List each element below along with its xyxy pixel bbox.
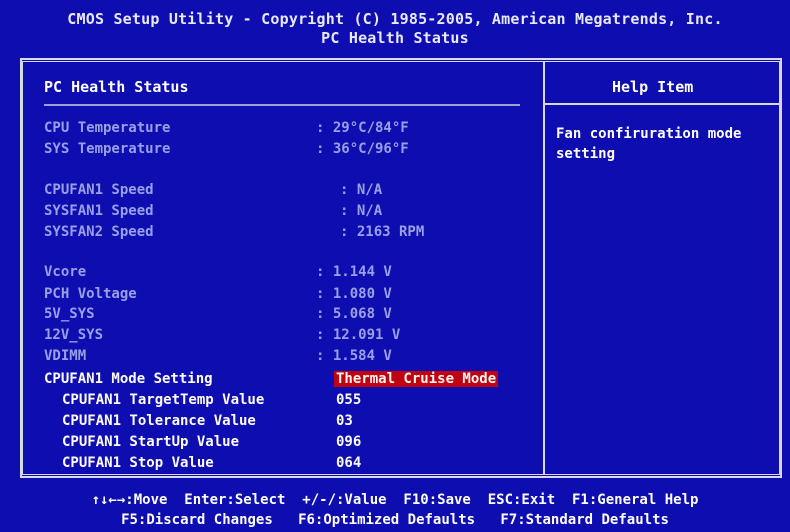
sysfan1-speed-label: SYSFAN1 Speed xyxy=(44,203,154,219)
cpufan1-stop-label: CPUFAN1 Stop Value xyxy=(62,455,214,471)
footer-keys-line1: ↑↓←→:Move Enter:Select +/-/:Value F10:Sa… xyxy=(91,492,699,508)
cpufan1-startup-value[interactable]: 096 xyxy=(336,434,361,450)
panel-title: PC Health Status xyxy=(44,78,189,96)
cpufan1-targettemp-value[interactable]: 055 xyxy=(336,392,361,408)
5v-sys-label: 5V_SYS xyxy=(44,306,95,322)
5v-sys-row: 5V_SYS : 5.068 V xyxy=(0,306,540,326)
cpufan1-stop-value[interactable]: 064 xyxy=(336,455,361,471)
cpufan1-mode-setting-label: CPUFAN1 Mode Setting xyxy=(44,371,213,387)
cpufan1-tolerance-row[interactable]: CPUFAN1 Tolerance Value 03 xyxy=(0,413,540,433)
panel-divider xyxy=(543,61,545,475)
footer-keys-line2: F5:Discard Changes F6:Optimized Defaults… xyxy=(121,512,669,528)
pch-voltage-row: PCH Voltage : 1.080 V xyxy=(0,286,540,306)
sysfan1-speed-value: : N/A xyxy=(340,203,383,219)
vcore-label: Vcore xyxy=(44,264,87,280)
help-rule xyxy=(545,103,780,105)
cpufan1-targettemp-label: CPUFAN1 TargetTemp Value xyxy=(62,392,265,408)
cpufan1-stop-row[interactable]: CPUFAN1 Stop Value 064 xyxy=(0,455,540,475)
cpufan1-speed-value: : N/A xyxy=(340,182,383,198)
sys-temperature-row: SYS Temperature : 36°C/96°F xyxy=(0,141,540,161)
sysfan2-speed-value: : 2163 RPM xyxy=(340,224,425,240)
sysfan1-speed-row: SYSFAN1 Speed : N/A xyxy=(0,203,540,223)
cpufan1-speed-label: CPUFAN1 Speed xyxy=(44,182,154,198)
pch-voltage-label: PCH Voltage xyxy=(44,286,137,302)
cpufan1-tolerance-label: CPUFAN1 Tolerance Value xyxy=(62,413,256,429)
vdimm-value: : 1.584 V xyxy=(316,348,392,364)
help-title: Help Item xyxy=(612,78,694,96)
sys-temperature-label: SYS Temperature xyxy=(44,141,171,157)
cpufan1-tolerance-value[interactable]: 03 xyxy=(336,413,353,429)
sysfan2-speed-label: SYSFAN2 Speed xyxy=(44,224,154,240)
vdimm-row: VDIMM : 1.584 V xyxy=(0,348,540,368)
vdimm-label: VDIMM xyxy=(44,348,87,364)
12v-sys-row: 12V_SYS : 12.091 V xyxy=(0,327,540,347)
cpu-temperature-row: CPU Temperature : 29°C/84°F xyxy=(0,120,540,140)
cpufan1-mode-setting-value[interactable]: Thermal Cruise Mode xyxy=(334,371,499,387)
cpufan1-startup-row[interactable]: CPUFAN1 StartUp Value 096 xyxy=(0,434,540,454)
pch-voltage-value: : 1.080 V xyxy=(316,286,392,302)
12v-sys-label: 12V_SYS xyxy=(44,327,104,343)
sys-temperature-value: : 36°C/96°F xyxy=(316,141,409,157)
help-text: Fan confiruration mode setting xyxy=(556,126,742,162)
vcore-row: Vcore : 1.144 V xyxy=(0,264,540,284)
sysfan2-speed-row: SYSFAN2 Speed : 2163 RPM xyxy=(0,224,540,244)
header-copyright: CMOS Setup Utility - Copyright (C) 1985-… xyxy=(67,10,723,28)
cpu-temperature-label: CPU Temperature xyxy=(44,120,171,136)
title-rule xyxy=(44,104,520,106)
cpufan1-startup-label: CPUFAN1 StartUp Value xyxy=(62,434,240,450)
5v-sys-value: : 5.068 V xyxy=(316,306,392,322)
vcore-value: : 1.144 V xyxy=(316,264,392,280)
bios-header: CMOS Setup Utility - Copyright (C) 1985-… xyxy=(0,0,790,56)
cpu-temperature-value: : 29°C/84°F xyxy=(316,120,409,136)
cpufan1-mode-setting-row[interactable]: CPUFAN1 Mode Setting Thermal Cruise Mode xyxy=(0,371,540,391)
header-page-title: PC Health Status xyxy=(321,29,469,47)
cpufan1-targettemp-row[interactable]: CPUFAN1 TargetTemp Value 055 xyxy=(0,392,540,412)
12v-sys-value: : 12.091 V xyxy=(316,327,401,343)
cpufan1-speed-row: CPUFAN1 Speed : N/A xyxy=(0,182,540,202)
